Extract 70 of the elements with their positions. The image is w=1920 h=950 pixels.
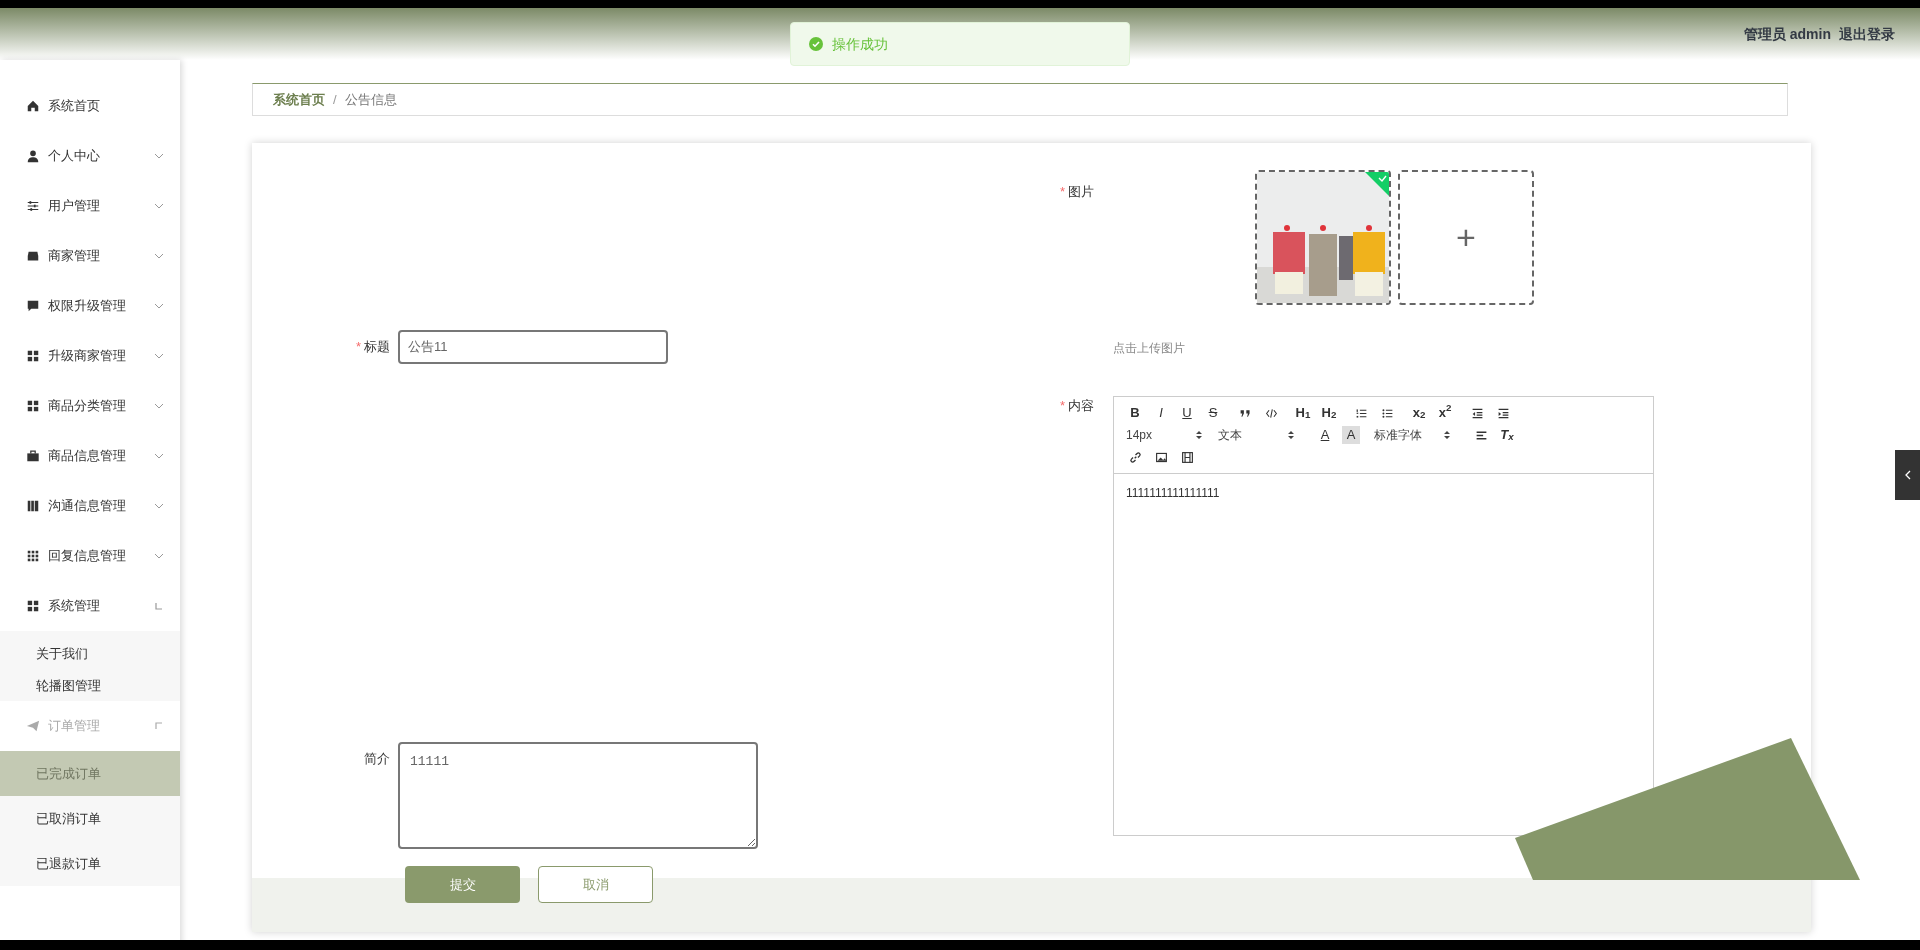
chevron-icon xyxy=(154,401,164,411)
briefcase-icon xyxy=(26,449,40,463)
highlight-button[interactable]: A xyxy=(1342,426,1360,444)
chevron-icon xyxy=(154,451,164,461)
submenu-item[interactable]: 关于我们 xyxy=(0,631,180,676)
chevron-icon xyxy=(154,201,164,211)
menu-item[interactable]: 商家管理 xyxy=(0,231,180,281)
breadcrumb-separator: / xyxy=(333,90,337,109)
person-icon xyxy=(26,149,40,163)
select-arrows-icon xyxy=(1288,430,1294,440)
check-circle-icon xyxy=(809,37,823,51)
user-label: 管理员 admin xyxy=(1743,25,1831,44)
menu-item[interactable]: 沟通信息管理 xyxy=(0,481,180,531)
editor-text: 1111111111111111 xyxy=(1125,485,1221,502)
breadcrumb-item: 公告信息 xyxy=(344,90,397,109)
select-arrows-icon xyxy=(1196,430,1202,440)
chevron-icon xyxy=(154,551,164,561)
menu-item[interactable]: 权限升级管理 xyxy=(0,281,180,331)
toast-message: 操作成功 xyxy=(832,34,888,54)
chevron-icon xyxy=(154,301,164,311)
dropdown-select[interactable]: 标准字体 xyxy=(1374,426,1450,444)
strikethrough-button[interactable]: S xyxy=(1204,404,1222,422)
store-icon xyxy=(26,249,40,263)
script-button[interactable]: x$^{2}$ xyxy=(1436,404,1454,422)
chevron-icon xyxy=(154,601,164,611)
grid-icon xyxy=(26,399,40,413)
field-label: 简介 xyxy=(363,750,391,768)
upload-hint: 点击上传图片 xyxy=(1113,340,1186,357)
logout-link[interactable]: 退出登录 xyxy=(1839,24,1895,45)
chat-icon xyxy=(26,299,40,313)
sliders-icon xyxy=(26,199,40,213)
menu-item[interactable]: 商品信息管理 xyxy=(0,431,180,481)
chevron-icon xyxy=(154,251,164,261)
grid-icon xyxy=(26,549,40,563)
menu-item[interactable]: 个人中心 xyxy=(0,131,180,181)
title-input[interactable]: 公告11 xyxy=(398,330,668,364)
menu-item[interactable]: 商品分类管理 xyxy=(0,381,180,431)
summary-textarea[interactable]: 11111 xyxy=(398,742,758,849)
text-color-button[interactable]: A xyxy=(1316,426,1334,444)
script-button[interactable]: x$_{2}$ xyxy=(1410,404,1428,422)
chevron-icon xyxy=(154,501,164,511)
chevron-icon xyxy=(154,151,164,161)
clear-format-button[interactable]: T$_{x}$ xyxy=(1498,426,1516,444)
field-label: * 图片 xyxy=(1060,183,1096,201)
underline-button[interactable]: U xyxy=(1178,404,1196,422)
menu-item[interactable]: 升级商家管理 xyxy=(0,331,180,381)
upload-add-button[interactable]: + xyxy=(1398,170,1534,305)
field-label: * 内容 xyxy=(1060,397,1096,415)
grid-icon xyxy=(26,349,40,363)
select-arrows-icon xyxy=(1444,430,1450,440)
heading-button[interactable]: H$_{1}$ xyxy=(1294,404,1312,422)
paper-plane-icon xyxy=(26,719,40,733)
grid-icon xyxy=(26,599,40,613)
submenu-item[interactable]: 轮播图管理 xyxy=(0,676,180,701)
italic-button[interactable]: I xyxy=(1152,404,1170,422)
dropdown-select[interactable]: 14px xyxy=(1126,426,1202,444)
chevron-left-icon xyxy=(1903,470,1912,480)
menu-item[interactable]: 系统管理 xyxy=(0,581,180,631)
chevron-icon xyxy=(154,351,164,361)
heading-button[interactable]: H$_{2}$ xyxy=(1320,404,1338,422)
dropdown-select[interactable]: 文本 xyxy=(1218,426,1294,444)
home-icon xyxy=(26,99,40,113)
chevron-icon xyxy=(154,721,164,731)
breadcrumb-item[interactable]: 系统首页 xyxy=(273,89,325,110)
menu-item[interactable]: 回复信息管理 xyxy=(0,531,180,581)
menu-item[interactable]: 系统首页 xyxy=(0,81,180,131)
book-icon xyxy=(26,499,40,513)
field-label: * 标题 xyxy=(354,338,391,357)
bold-button[interactable]: B xyxy=(1126,404,1144,422)
menu-item[interactable]: 用户管理 xyxy=(0,181,180,231)
